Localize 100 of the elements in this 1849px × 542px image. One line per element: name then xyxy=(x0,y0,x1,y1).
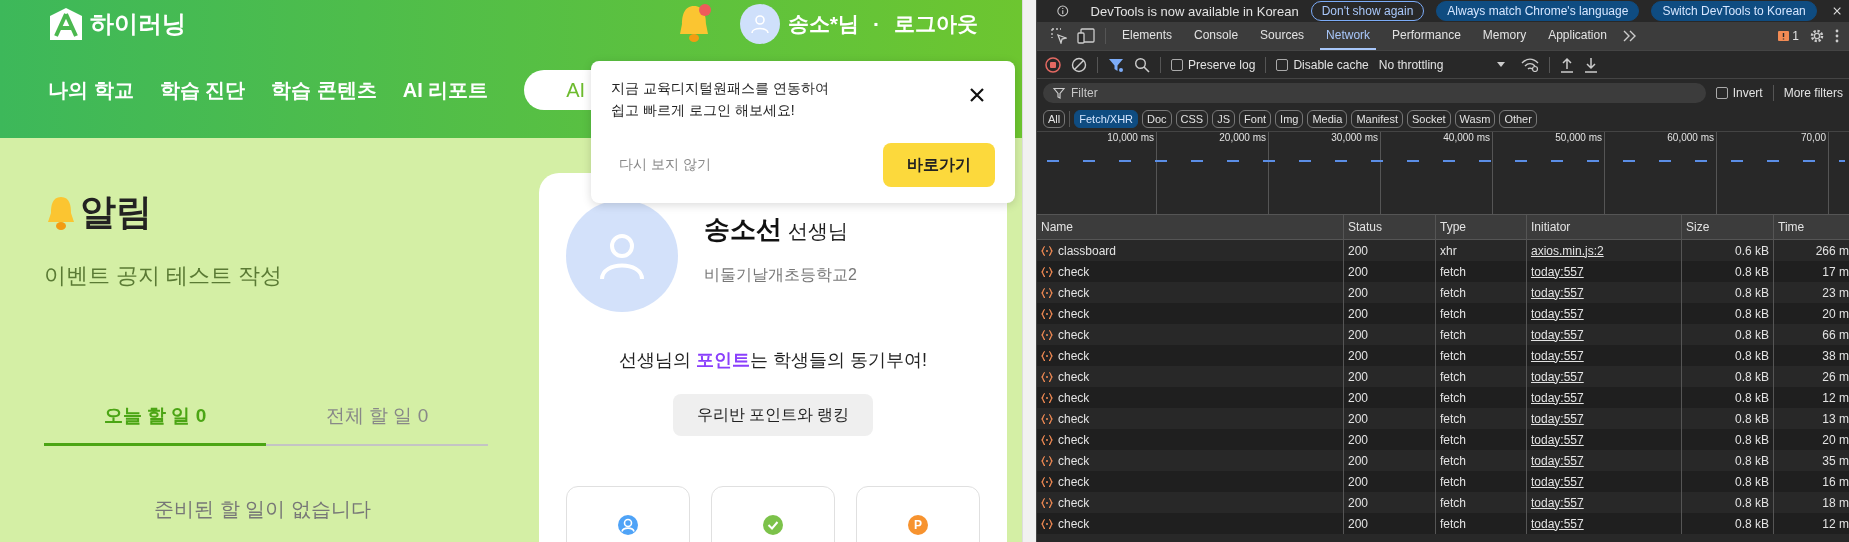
table-cell-text: 38 m xyxy=(1821,347,1849,365)
issues-badge[interactable]: 1 xyxy=(1778,29,1799,43)
column-header[interactable]: Status xyxy=(1344,215,1436,239)
settings-icon[interactable] xyxy=(1809,28,1825,44)
type-filter-chip[interactable]: All xyxy=(1043,110,1066,128)
devtools-tab[interactable]: Memory xyxy=(1476,22,1533,50)
request-name[interactable]: check xyxy=(1058,327,1090,342)
fetch-request-icon xyxy=(1041,265,1053,278)
notice-text: 이벤트 공지 테스트 작성 xyxy=(44,262,284,290)
initiator-link[interactable]: axios.min.js:2 xyxy=(1531,243,1604,258)
table-cell: fetch xyxy=(1436,513,1527,534)
info-button[interactable]: Always match Chrome's language xyxy=(1436,1,1640,21)
type-filter-chip[interactable]: Media xyxy=(1307,110,1348,128)
download-icon[interactable] xyxy=(1584,56,1599,73)
points-slogan: 선생님의 포인트는 학생들의 동기부여! xyxy=(618,349,928,372)
devtools-tab[interactable]: Console xyxy=(1188,22,1245,50)
ranking-button[interactable]: 우리반 포인트와 랭킹 xyxy=(673,394,873,436)
initiator-link[interactable]: today:557 xyxy=(1531,432,1584,447)
column-header[interactable]: Size xyxy=(1682,215,1774,239)
request-name[interactable]: check xyxy=(1058,369,1090,384)
go-button[interactable]: 바로가기 xyxy=(883,143,995,187)
separator-dot: · xyxy=(873,12,880,36)
column-header[interactable]: Name xyxy=(1037,215,1344,239)
more-tabs-icon[interactable] xyxy=(1622,30,1637,42)
menu-tile[interactable] xyxy=(566,486,690,542)
initiator-link[interactable]: today:557 xyxy=(1531,306,1584,321)
type-filter-chip[interactable]: Other xyxy=(1499,110,1537,128)
device-icon[interactable] xyxy=(1077,28,1095,44)
close-icon[interactable] xyxy=(969,87,985,103)
search-icon[interactable] xyxy=(1134,56,1150,73)
initiator-link[interactable]: today:557 xyxy=(1531,264,1584,279)
column-header[interactable]: Type xyxy=(1436,215,1527,239)
checkbox[interactable]: Disable cache xyxy=(1276,57,1369,72)
initiator-link[interactable]: today:557 xyxy=(1531,474,1584,489)
request-name[interactable]: check xyxy=(1058,432,1090,447)
initiator-link[interactable]: today:557 xyxy=(1531,390,1584,405)
teacher-name: 송소선 xyxy=(704,213,782,246)
type-filter-chip[interactable]: Doc xyxy=(1142,110,1172,128)
table-cell: 0.8 kB xyxy=(1682,513,1774,534)
initiator-link[interactable]: today:557 xyxy=(1531,453,1584,468)
type-filter-chip[interactable]: JS xyxy=(1212,110,1236,128)
filter-icon[interactable] xyxy=(1108,56,1124,73)
devtools-tab[interactable]: Sources xyxy=(1254,22,1311,50)
type-filter-chip[interactable]: Socket xyxy=(1406,110,1451,128)
devtools-tab[interactable]: Application xyxy=(1542,22,1613,50)
initiator-link[interactable]: today:557 xyxy=(1531,348,1584,363)
initiator-link[interactable]: today:557 xyxy=(1531,495,1584,510)
request-name[interactable]: check xyxy=(1058,306,1090,321)
timeline-tick-label: 70,00 xyxy=(1800,132,1826,143)
request-name[interactable]: check xyxy=(1058,390,1090,405)
checkbox[interactable]: Invert xyxy=(1715,86,1763,100)
request-name[interactable]: check xyxy=(1058,453,1090,468)
initiator-link[interactable]: today:557 xyxy=(1531,516,1584,531)
checkbox[interactable]: Preserve log xyxy=(1171,57,1256,72)
column-header[interactable]: Time xyxy=(1774,215,1849,239)
column-header[interactable]: Initiator xyxy=(1527,215,1682,239)
timeline-tick-label: 50,000 ms xyxy=(1555,132,1602,143)
type-filter-chip[interactable]: Manifest xyxy=(1351,110,1403,128)
fetch-request-icon xyxy=(1041,349,1053,362)
issues-count: 1 xyxy=(1792,29,1799,43)
clear-icon[interactable] xyxy=(1071,56,1087,73)
scrollbar[interactable] xyxy=(1022,0,1036,542)
request-name[interactable]: check xyxy=(1058,264,1090,279)
devtools-tab[interactable]: Performance xyxy=(1386,22,1467,50)
throttling-select[interactable]: No throttling xyxy=(1378,57,1506,72)
request-name[interactable]: check xyxy=(1058,285,1090,300)
more-options-icon[interactable] xyxy=(1835,29,1839,43)
fetch-request-icon xyxy=(1041,391,1053,404)
info-button[interactable]: Switch DevTools to Korean xyxy=(1651,1,1817,21)
type-filter-chip[interactable]: Fetch/XHR xyxy=(1074,110,1139,128)
menu-tile[interactable] xyxy=(711,486,835,542)
initiator-link[interactable]: today:557 xyxy=(1531,327,1584,342)
stop-recording-icon[interactable] xyxy=(1045,56,1061,73)
devtools-tab[interactable]: Network xyxy=(1320,22,1377,50)
request-name[interactable]: check xyxy=(1058,495,1090,510)
request-name[interactable]: check xyxy=(1058,516,1090,531)
caret-icon xyxy=(1497,62,1506,67)
initiator-link[interactable]: today:557 xyxy=(1531,369,1584,384)
request-name[interactable]: check xyxy=(1058,348,1090,363)
user-name: 송소*님 xyxy=(787,11,859,37)
upload-icon[interactable] xyxy=(1560,56,1575,73)
network-conditions-icon[interactable] xyxy=(1521,57,1540,72)
initiator-link[interactable]: today:557 xyxy=(1531,285,1584,300)
devtools-tab[interactable]: Elements xyxy=(1116,22,1179,50)
type-filter-chip[interactable]: Img xyxy=(1275,110,1304,128)
inspect-icon[interactable] xyxy=(1051,28,1067,44)
request-name[interactable]: check xyxy=(1058,474,1090,489)
request-name[interactable]: check xyxy=(1058,411,1090,426)
logo-icon xyxy=(48,6,84,42)
more-filters-button[interactable]: More filters xyxy=(1783,86,1843,100)
filter-field[interactable]: Filter xyxy=(1043,83,1706,103)
dismiss-link[interactable]: 다시 보지 않기 xyxy=(611,156,711,174)
type-filter-chip[interactable]: Font xyxy=(1239,110,1272,128)
type-filter-chip[interactable]: CSS xyxy=(1175,110,1209,128)
initiator-link[interactable]: today:557 xyxy=(1531,411,1584,426)
request-name[interactable]: classboard xyxy=(1058,243,1117,258)
fetch-request-icon xyxy=(1041,475,1053,488)
type-filter-chip[interactable]: Wasm xyxy=(1454,110,1496,128)
table-cell-text: 18 m xyxy=(1821,494,1849,512)
fetch-request-icon xyxy=(1041,244,1053,257)
